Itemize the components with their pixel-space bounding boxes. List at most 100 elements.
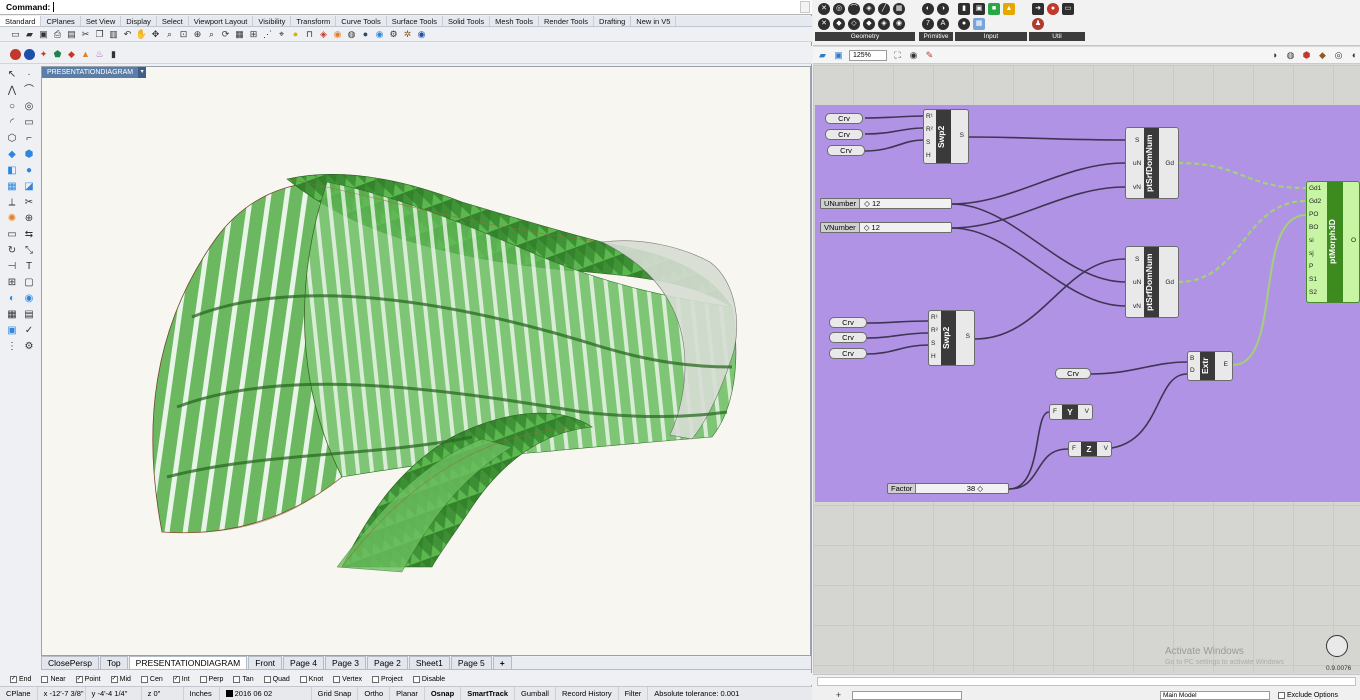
tab-transform[interactable]: Transform (291, 16, 337, 26)
status-gumball[interactable]: Gumball (515, 687, 556, 700)
crv-param-3[interactable]: Crv (827, 145, 865, 156)
explode-icon[interactable]: ✺ (6, 212, 18, 224)
trim-icon[interactable]: ✂ (23, 196, 35, 208)
block-icon[interactable]: ⊞ (6, 276, 18, 288)
undo-icon[interactable]: ↶ (122, 29, 133, 40)
ptmorph-out-o[interactable]: O (1351, 237, 1356, 244)
swp2-top-in-r1[interactable]: R¹ (926, 113, 933, 120)
exclude-options[interactable]: Exclude Options (1278, 691, 1338, 699)
zoom-extents-icon[interactable]: ⛶ (892, 50, 903, 61)
status-ortho[interactable]: Ortho (358, 687, 391, 700)
bottle-icon[interactable]: ▮ (108, 49, 119, 60)
ptsrf-bottom-out-gd[interactable]: Gd (1165, 279, 1174, 286)
preview-wire-icon[interactable]: ◑ (1269, 50, 1280, 61)
grasshopper-canvas[interactable]: Crv Crv Crv R¹ R² S H Swp2 S UNumber ◇ 1… (813, 65, 1360, 673)
box-icon[interactable]: ◧ (6, 164, 18, 176)
crv-param-6[interactable]: Crv (829, 348, 867, 359)
layer-icon[interactable]: ◈ (318, 29, 329, 40)
select-points-icon[interactable]: ⋰ (262, 29, 273, 40)
swp2-bottom[interactable]: R¹ R² S H Swp2 S (928, 310, 975, 366)
zoom-extents-icon[interactable]: ⊕ (192, 29, 203, 40)
ptmorph-in-s2[interactable]: S2 (1309, 289, 1317, 296)
swp2-bottom-in-r2[interactable]: R² (931, 327, 938, 334)
osnap-near-checkbox[interactable] (41, 675, 49, 683)
arc-icon[interactable]: ◜ (6, 116, 18, 128)
swp2-bottom-out-s[interactable]: S (966, 333, 970, 340)
blue-sphere-icon[interactable] (24, 49, 35, 60)
crv-param-extrude[interactable]: Crv (1055, 368, 1091, 379)
status-filter[interactable]: Filter (619, 687, 649, 700)
zoom-selected-icon[interactable]: ⌕ (206, 29, 217, 40)
unumber-value[interactable]: ◇ 12 (860, 199, 951, 208)
tab-cplanes[interactable]: CPlanes (41, 16, 81, 26)
circle-icon[interactable]: ○ (6, 100, 18, 112)
osnap-end-checkbox[interactable]: ✓ (10, 675, 17, 683)
extrude-icon[interactable]: ⬢ (23, 148, 35, 160)
geometry-panel-label[interactable]: Geometry (815, 32, 915, 41)
ptmorph-in-gd2[interactable]: Gd2 (1309, 198, 1321, 205)
factor-slider[interactable]: Factor 38 ◇ (887, 483, 1009, 494)
viewport-layout-icon[interactable]: ▦ (234, 29, 245, 40)
preview-selected-icon[interactable]: ⬢ (1301, 50, 1312, 61)
command-scroll-button[interactable] (800, 1, 810, 13)
osnap-knot[interactable]: Knot (299, 675, 323, 683)
print-icon[interactable]: ⎙ (52, 29, 63, 40)
panel-icon[interactable]: ▦ (973, 18, 985, 30)
move-icon[interactable]: ✥ (150, 29, 161, 40)
swp2-bottom-in-h[interactable]: H (931, 353, 936, 360)
curve-param-icon[interactable]: ⌒ (848, 3, 860, 15)
status-layer[interactable]: 2016 06 02 (220, 687, 312, 700)
viewport-tab-front[interactable]: Front (248, 656, 283, 669)
unit-z-in-f[interactable]: F (1072, 445, 1076, 452)
rotate-view-icon[interactable]: ⟳ (220, 29, 231, 40)
render-mesh-icon[interactable]: ✦ (38, 49, 49, 60)
settings-icon[interactable]: ⚙ (23, 340, 35, 352)
unit-z-component[interactable]: F Z V (1068, 441, 1112, 457)
osnap-perp-checkbox[interactable] (199, 675, 207, 683)
exclude-options-checkbox[interactable] (1278, 691, 1286, 699)
new-file-icon[interactable]: ▭ (10, 29, 21, 40)
grid-icon[interactable]: ▦ (6, 308, 18, 320)
extr-out-e[interactable]: E (1224, 361, 1228, 368)
surface-icon[interactable]: ◆ (6, 148, 18, 160)
copy-icon[interactable]: ❐ (94, 29, 105, 40)
point-icon[interactable]: · (23, 68, 35, 80)
osnap-vertex-checkbox[interactable] (333, 675, 341, 683)
ptsrf-top-in-vn[interactable]: vN (1133, 184, 1141, 191)
fillet-icon[interactable]: ⌐ (23, 132, 35, 144)
osnap-disable-checkbox[interactable] (412, 675, 420, 683)
analyze-icon[interactable]: ◐ (6, 292, 18, 304)
polyline-icon[interactable]: ⋀ (6, 84, 18, 96)
bake-icon[interactable]: ◆ (1317, 50, 1328, 61)
cut-icon[interactable]: ✂ (80, 29, 91, 40)
osnap-near[interactable]: Near (41, 675, 66, 683)
viewport-tab-page-4[interactable]: Page 4 (283, 656, 324, 669)
colour-param-icon[interactable]: ◑ (937, 3, 949, 15)
viewport-tab-sheet1[interactable]: Sheet1 (408, 656, 450, 669)
boolean-icon[interactable]: ◪ (23, 180, 35, 192)
tab-new-in-v5[interactable]: New in V5 (631, 16, 677, 26)
vnumber-value[interactable]: ◇ 12 (859, 223, 951, 232)
tab-display[interactable]: Display (121, 16, 157, 26)
gradient-icon[interactable]: ▲ (1003, 3, 1015, 15)
line-param-icon[interactable]: ╱ (878, 3, 890, 15)
ptmorph-in-p[interactable]: P (1309, 263, 1313, 270)
rectangle-icon[interactable]: ▭ (23, 116, 35, 128)
toggle-icon[interactable]: ▮ (958, 3, 970, 15)
ptsrf-top-in-s[interactable]: S (1135, 137, 1139, 144)
edit-points-icon[interactable]: ⋮ (6, 340, 18, 352)
shield-icon[interactable]: ⬟ (52, 49, 63, 60)
preview-shaded-icon[interactable]: ◍ (1285, 50, 1296, 61)
text-param-icon[interactable]: A (937, 18, 949, 30)
status-osnap[interactable]: Osnap (425, 687, 462, 700)
osnap-quad-checkbox[interactable] (263, 675, 271, 683)
osnap-int-checkbox[interactable]: ✓ (172, 675, 180, 683)
solver-icon[interactable]: ◐ (1349, 50, 1360, 61)
crv-param-5[interactable]: Crv (829, 332, 867, 343)
integer-param-icon[interactable]: 7 (922, 18, 934, 30)
mesh-param-icon[interactable]: ▦ (893, 3, 905, 15)
primitive-panel-label[interactable]: Primitive (919, 32, 953, 41)
viewport-tab-page-3[interactable]: Page 3 (324, 656, 366, 669)
mesh-preview-icon[interactable]: ◎ (1333, 50, 1344, 61)
viewport-tab-presentationdiagram[interactable]: PRESENTATIONDIAGRAM (128, 656, 248, 669)
